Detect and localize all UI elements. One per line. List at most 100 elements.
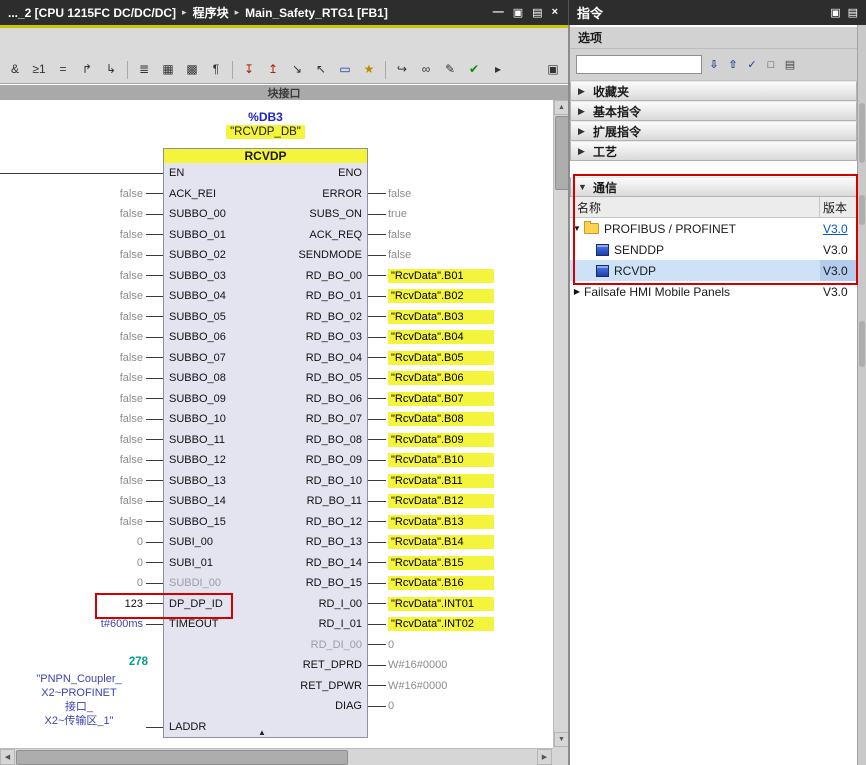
pin-en[interactable]: EN [169,167,184,179]
pin-ret_dprd[interactable]: RET_DPRD [303,659,362,671]
pin-rd_bo_04[interactable]: RD_BO_04 [306,352,362,364]
operand-tag-rd_bo_12[interactable]: "RcvData".B13 [388,514,494,529]
close-button[interactable]: × [552,6,558,19]
operand-tag-rd_bo_05[interactable]: "RcvData".B06 [388,371,494,386]
pin-rd_bo_05[interactable]: RD_BO_05 [306,372,362,384]
operand-tag-rd_bo_09[interactable]: "RcvData".B10 [388,453,494,468]
pin-error[interactable]: ERROR [322,188,362,200]
goto-icon[interactable]: ↪ [391,59,413,79]
operand-tag-rd_bo_11[interactable]: "RcvData".B12 [388,494,494,509]
laddr-operand[interactable]: "PNPN_Coupler_ X2~PROFINET 接口_ X2~传输区_1" [8,672,150,728]
view-panes-icon[interactable]: □ [763,57,779,73]
pin-value-subbo_08[interactable]: false [120,372,143,384]
section-communication[interactable]: ▼ 通信 [570,177,857,197]
pin-subi_01[interactable]: SUBI_01 [169,557,213,569]
pin-rd_bo_12[interactable]: RD_BO_12 [306,516,362,528]
pin-rd_bo_09[interactable]: RD_BO_09 [306,454,362,466]
pin-rd_bo_01[interactable]: RD_BO_01 [306,290,362,302]
column-version[interactable]: 版本 [820,199,857,216]
pin-rd_bo_03[interactable]: RD_BO_03 [306,331,362,343]
minimize-button[interactable]: — [493,6,504,19]
db-address[interactable]: %DB3 [163,110,368,124]
expand-arrow-icon[interactable]: ▼ [570,224,584,233]
more-commands-icon[interactable]: ▸ [487,59,509,79]
pin-subi_00[interactable]: SUBI_00 [169,536,213,548]
tree-item-senddp[interactable]: SENDDP V3.0 [570,239,857,260]
pin-subs_on[interactable]: SUBS_ON [309,208,362,220]
operand-tag-rd_bo_07[interactable]: "RcvData".B08 [388,412,494,427]
pin-value-subbo_09[interactable]: false [120,393,143,405]
pin-value-subbo_06[interactable]: false [120,331,143,343]
vertical-scroll-thumb[interactable] [555,116,569,190]
side-tab[interactable] [859,321,865,367]
pin-rd_bo_10[interactable]: RD_BO_10 [306,475,362,487]
detach-editor-icon[interactable]: ▣ [542,59,564,79]
side-tab[interactable] [859,103,865,163]
insert-network-icon[interactable]: ≣ [133,59,155,79]
pin-subbo_04[interactable]: SUBBO_04 [169,290,226,302]
pin-ret_dpwr[interactable]: RET_DPWR [300,680,362,692]
block-collapse-icon[interactable]: ▲ [258,728,266,737]
pin-value-sendmode[interactable]: false [388,249,411,261]
pin-value-error[interactable]: false [388,188,411,200]
pin-value-subbo_11[interactable]: false [120,434,143,446]
pin-value-ret_dpwr[interactable]: W#16#0000 [388,680,447,692]
pin-subbo_07[interactable]: SUBBO_07 [169,352,226,364]
insert-assignment-icon[interactable]: = [52,59,74,79]
scroll-up-button[interactable]: ▲ [554,100,569,115]
pin-value-timeout[interactable]: t#600ms [101,618,143,630]
pin-subbo_08[interactable]: SUBBO_08 [169,372,226,384]
pin-value-subi_00[interactable]: 0 [137,536,143,548]
pin-eno[interactable]: ENO [338,167,362,179]
open-branch-icon[interactable]: ↱ [76,59,98,79]
pin-value-subbo_07[interactable]: false [120,352,143,364]
section-favorites[interactable]: ▶ 收藏夹 [570,81,857,101]
pin-value-subbo_12[interactable]: false [120,454,143,466]
laddr-monitor-value[interactable]: 278 [0,656,148,668]
pin-subdi_00[interactable]: SUBDI_00 [169,577,221,589]
breadcrumb-item[interactable]: 程序块 [193,4,229,21]
pin-value-subi_01[interactable]: 0 [137,557,143,569]
pin-rd_bo_14[interactable]: RD_BO_14 [306,557,362,569]
section-extended[interactable]: ▶ 扩展指令 [570,121,857,141]
collapse-arrow-icon[interactable]: ▶ [570,287,584,296]
pin-rd_bo_13[interactable]: RD_BO_13 [306,536,362,548]
float-button[interactable]: ▤ [532,6,542,19]
block-interface-bar[interactable]: 块接口 [0,84,568,100]
pin-rd_bo_07[interactable]: RD_BO_07 [306,413,362,425]
section-technology[interactable]: ▶ 工艺 [570,141,857,161]
pin-diag[interactable]: DIAG [335,700,362,712]
operand-tag-rd_bo_06[interactable]: "RcvData".B07 [388,391,494,406]
pin-subbo_09[interactable]: SUBBO_09 [169,393,226,405]
pin-value-diag[interactable]: 0 [388,700,394,712]
restore-button[interactable]: ▣ [513,6,523,19]
pin-value-subbo_14[interactable]: false [120,495,143,507]
side-tab[interactable] [859,195,865,225]
pin-value-ack_rei[interactable]: false [120,188,143,200]
operand-tag-rd_bo_08[interactable]: "RcvData".B09 [388,432,494,447]
program-canvas[interactable]: %DB3 "RCVDP_DB" RCVDP EN ENO false ACK_REI E… [0,100,553,748]
pin-rd_bo_11[interactable]: RD_BO_11 [307,495,362,507]
pin-value-subbo_15[interactable]: false [120,516,143,528]
pin-sendmode[interactable]: SENDMODE [298,249,362,261]
close-all-networks-icon[interactable]: ▩ [181,59,203,79]
insert-row-icon[interactable]: ↘ [286,59,308,79]
comment-icon[interactable]: ¶ [205,59,227,79]
block-title[interactable]: RCVDP [163,148,368,163]
delete-row-icon[interactable]: ↖ [310,59,332,79]
horizontal-scroll-thumb[interactable] [16,750,348,765]
operand-tag-rd_bo_10[interactable]: "RcvData".B11 [388,473,494,488]
view-list-icon[interactable]: ▤ [782,57,798,73]
pin-subbo_03[interactable]: SUBBO_03 [169,270,226,282]
pin-subbo_00[interactable]: SUBBO_00 [169,208,226,220]
column-name[interactable]: 名称 [570,197,820,217]
scroll-left-button[interactable]: ◀ [0,749,15,765]
close-branch-icon[interactable]: ↳ [100,59,122,79]
pin-rd_bo_15[interactable]: RD_BO_15 [306,577,362,589]
pin-rd_bo_02[interactable]: RD_BO_02 [306,311,362,323]
upload-icon[interactable]: ↥ [262,59,284,79]
pin-value-subdi_00[interactable]: 0 [137,577,143,589]
section-basic[interactable]: ▶ 基本指令 [570,101,857,121]
pin-value-subbo_04[interactable]: false [120,290,143,302]
pin-subbo_05[interactable]: SUBBO_05 [169,311,226,323]
